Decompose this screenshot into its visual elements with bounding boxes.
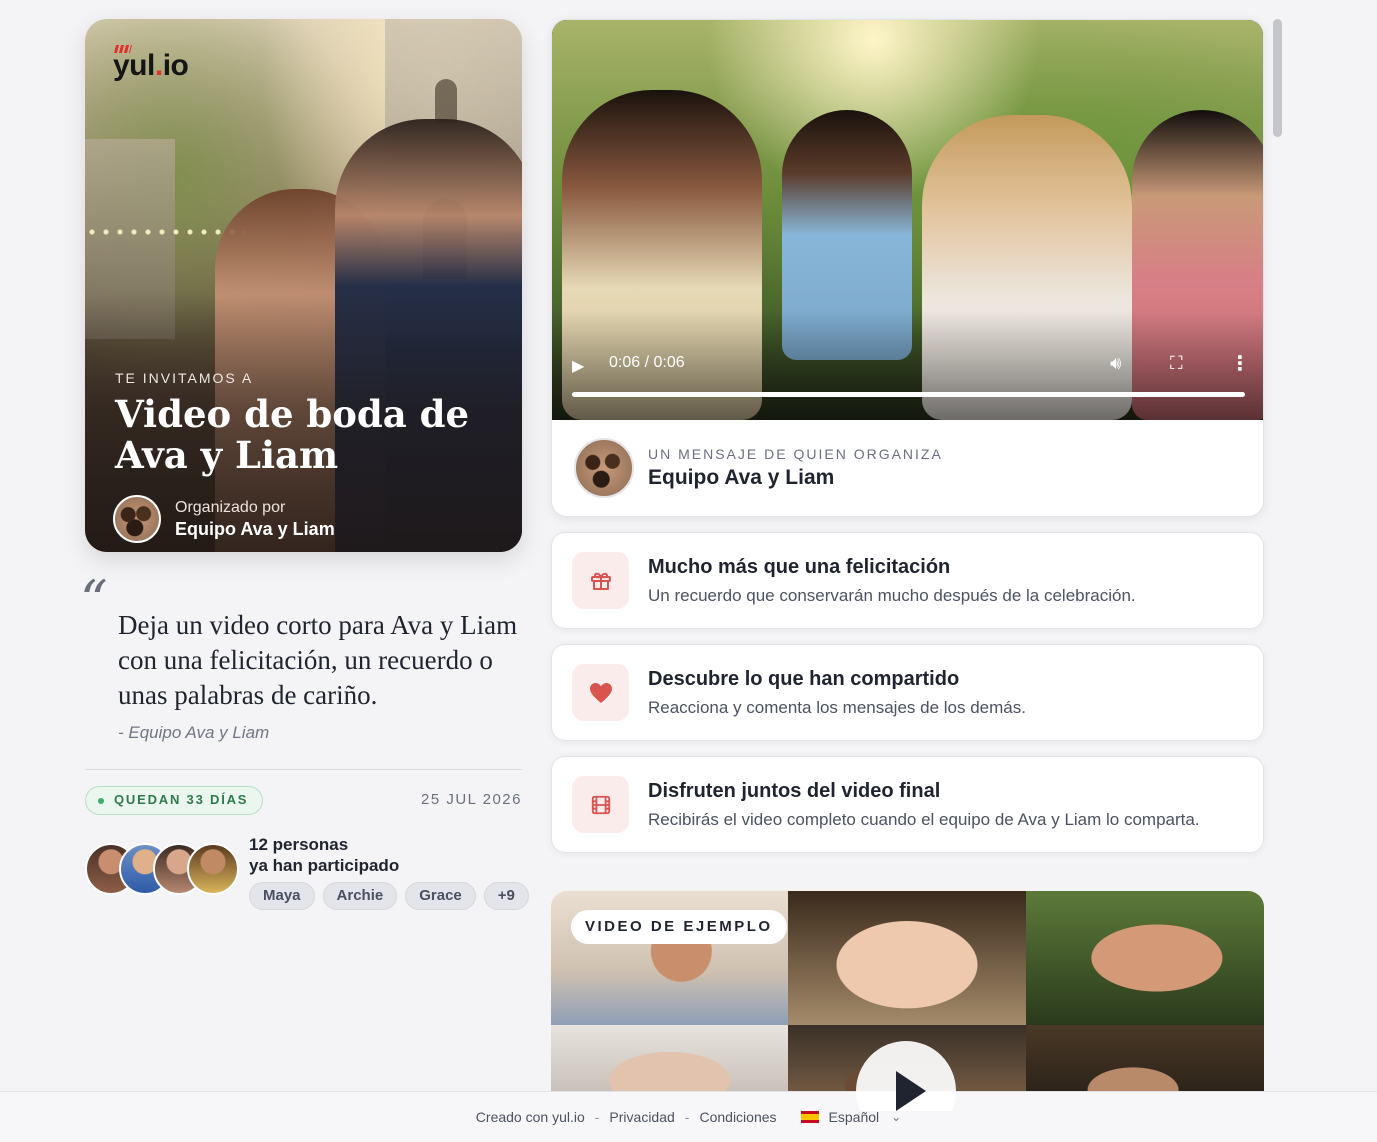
logo[interactable]: yul.io bbox=[113, 49, 189, 83]
privacy-link[interactable]: Privacidad bbox=[609, 1109, 674, 1125]
quote-mark-icon: “ bbox=[80, 569, 108, 632]
chevron-down-icon: ⌄ bbox=[891, 1110, 902, 1124]
footer: Creado con yul.io - Privacidad - Condici… bbox=[0, 1091, 1377, 1142]
host-avatar bbox=[574, 438, 634, 498]
host-name: Equipo Ava y Liam bbox=[648, 466, 835, 489]
film-icon bbox=[572, 776, 629, 833]
sample-video-tile bbox=[788, 891, 1026, 1025]
page-title: Video de boda de Ava y Liam bbox=[115, 392, 470, 477]
video-player[interactable]: ▶ 0:06 / 0:06 🔊︎ ⛶ ⋮ bbox=[552, 20, 1263, 420]
participant-more-chip[interactable]: +9 bbox=[483, 882, 529, 910]
participant-count: 12 personas ya han participado bbox=[249, 835, 400, 875]
participant-chip: Archie bbox=[322, 882, 398, 910]
feature-title: Disfruten juntos del video final bbox=[648, 780, 941, 802]
sample-video[interactable]: VIDEO DE EJEMPLO bbox=[551, 891, 1264, 1111]
video-time: 0:06 / 0:06 bbox=[609, 354, 685, 371]
terms-link[interactable]: Condiciones bbox=[699, 1109, 776, 1125]
sample-video-tile bbox=[1026, 891, 1264, 1025]
play-icon[interactable]: ▶ bbox=[572, 356, 590, 378]
feature-description: Recibirás el video completo cuando el eq… bbox=[648, 810, 1200, 829]
language-label: Español bbox=[828, 1109, 880, 1125]
host-message: UN MENSAJE DE QUIEN ORGANIZA Equipo Ava … bbox=[574, 438, 943, 498]
participant-avatars bbox=[85, 843, 239, 895]
feature-description: Reacciona y comenta los mensajes de los … bbox=[648, 698, 1026, 717]
sample-video-badge: VIDEO DE EJEMPLO bbox=[571, 910, 787, 944]
participant-chip: Maya bbox=[249, 882, 315, 910]
organizer-label: Organizado por bbox=[175, 498, 286, 516]
event-date: 25 JUL 2026 bbox=[420, 791, 522, 808]
more-options-icon[interactable]: ⋮ bbox=[1230, 351, 1250, 376]
video-progress-bar[interactable] bbox=[572, 392, 1245, 397]
feature-card-discover: Descubre lo que han compartido Reacciona… bbox=[551, 644, 1264, 741]
hero-card: yul.io TE INVITAMOS A Video de boda de A… bbox=[85, 19, 522, 552]
host-label: UN MENSAJE DE QUIEN ORGANIZA bbox=[648, 446, 943, 462]
heart-icon bbox=[572, 664, 629, 721]
feature-card-final-video: Disfruten juntos del video final Recibir… bbox=[551, 756, 1264, 853]
hero-eyebrow: TE INVITAMOS A bbox=[115, 370, 254, 386]
days-left-badge: QUEDAN 33 DÍAS bbox=[85, 786, 264, 815]
spain-flag-icon bbox=[800, 1111, 819, 1123]
feature-description: Un recuerdo que conservarán mucho despué… bbox=[648, 586, 1136, 605]
volume-icon[interactable]: 🔊︎ bbox=[1110, 353, 1121, 374]
organizer-name: Equipo Ava y Liam bbox=[175, 518, 335, 539]
gift-icon bbox=[572, 552, 629, 609]
participant-names: Maya Archie Grace +9 bbox=[249, 882, 529, 910]
footer-separator: - bbox=[594, 1109, 600, 1125]
language-selector[interactable]: Español ⌄ bbox=[800, 1109, 902, 1125]
feature-title: Mucho más que una felicitación bbox=[648, 556, 951, 578]
footer-separator: - bbox=[684, 1109, 690, 1125]
created-with-link[interactable]: Creado con yul.io bbox=[476, 1109, 585, 1125]
participant-chip: Grace bbox=[405, 882, 476, 910]
invitation-quote: Deja un video corto para Ava y Liam con … bbox=[118, 610, 518, 710]
organizer-avatar bbox=[113, 495, 161, 543]
avatar bbox=[187, 843, 239, 895]
feature-title: Descubre lo que han compartido bbox=[648, 668, 960, 690]
organizer-video-card: ▶ 0:06 / 0:06 🔊︎ ⛶ ⋮ UN MENSAJE DE QUIEN… bbox=[551, 19, 1264, 517]
organizer-info: Organizado por Equipo Ava y Liam bbox=[113, 495, 335, 543]
video-controls: ▶ 0:06 / 0:06 🔊︎ ⛶ ⋮ bbox=[552, 348, 1263, 388]
divider bbox=[85, 769, 522, 770]
feature-card-congrats: Mucho más que una felicitación Un recuer… bbox=[551, 532, 1264, 629]
fullscreen-icon[interactable]: ⛶ bbox=[1170, 353, 1183, 374]
scrollbar[interactable] bbox=[1273, 19, 1282, 137]
quote-author: - Equipo Ava y Liam bbox=[118, 723, 270, 742]
